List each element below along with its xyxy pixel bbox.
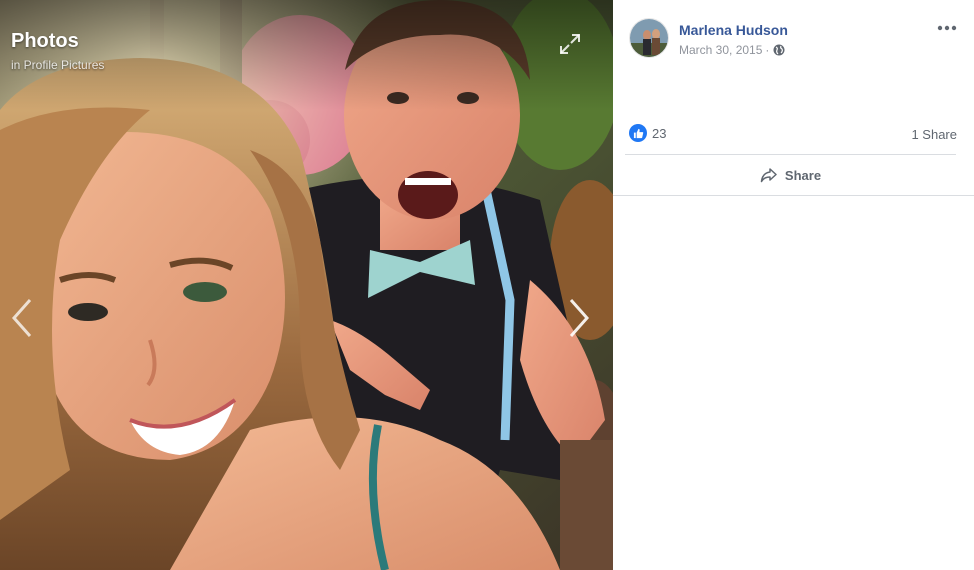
divider [613,195,974,196]
photo-stage: Photos in Profile Pictures [0,0,613,570]
avatar-image [630,19,668,57]
reaction-summary[interactable]: 23 [629,124,666,142]
author-name-link[interactable]: Marlena Hudson [679,22,788,38]
post-panel: Marlena Hudson March 30, 2015 · 23 1 Sha… [613,0,974,570]
meta-separator: · [765,43,770,57]
selfie-photo [0,0,613,570]
post-date-link[interactable]: March 30, 2015 [679,43,762,57]
share-count-link[interactable]: 1 Share [911,127,957,142]
chevron-left-icon [11,299,32,337]
post-meta: March 30, 2015 · [679,43,785,57]
avatar[interactable] [629,18,669,58]
album-title: Photos [11,30,79,52]
album-subtitle[interactable]: in Profile Pictures [11,58,104,72]
more-dots-icon [937,25,957,31]
more-options-button[interactable] [935,18,959,38]
divider [625,154,956,155]
next-photo-button[interactable] [565,296,593,340]
globe-icon[interactable] [773,44,785,56]
share-button[interactable]: Share [625,158,956,192]
chevron-right-icon [569,299,590,337]
previous-photo-button[interactable] [8,296,36,340]
share-arrow-icon [760,168,777,183]
expand-arrows-icon [560,34,580,54]
like-reaction-icon [629,124,647,142]
share-button-label: Share [784,167,822,183]
like-count: 23 [652,125,667,141]
expand-button[interactable] [558,32,582,56]
